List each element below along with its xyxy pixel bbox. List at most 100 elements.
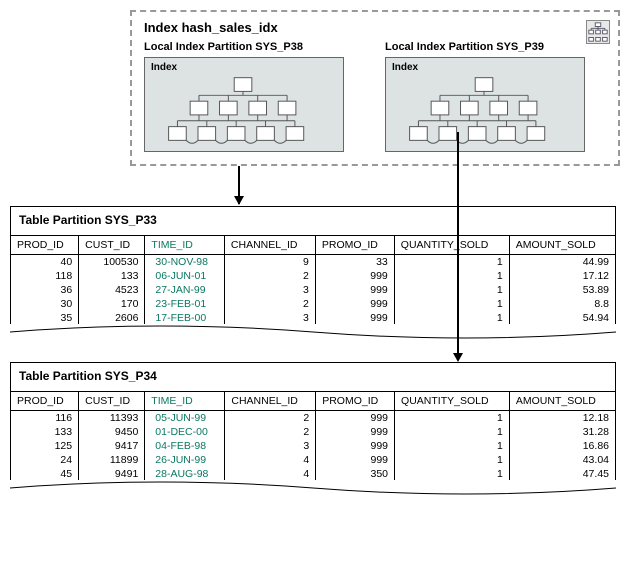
col-header: PROD_ID bbox=[11, 392, 79, 411]
table-cell: 100530 bbox=[79, 255, 145, 270]
table-cell: 04-FEB-98 bbox=[145, 439, 225, 453]
table-cell: 999 bbox=[315, 297, 394, 311]
table-cell: 2 bbox=[224, 297, 315, 311]
btree-icon bbox=[151, 75, 337, 145]
col-header-time: TIME_ID bbox=[145, 236, 225, 255]
table-cell: 47.45 bbox=[509, 467, 615, 481]
table-cell: 31.28 bbox=[509, 425, 615, 439]
table-cell: 9 bbox=[224, 255, 315, 270]
table-cell: 36 bbox=[11, 283, 79, 297]
table-cell: 125 bbox=[11, 439, 79, 453]
col-header: AMOUNT_SOLD bbox=[509, 236, 615, 255]
torn-edge bbox=[10, 324, 616, 344]
table-cell: 26-JUN-99 bbox=[145, 453, 225, 467]
table-cell: 999 bbox=[316, 425, 395, 439]
table-cell: 05-JUN-99 bbox=[145, 411, 225, 426]
table-cell: 33 bbox=[315, 255, 394, 270]
table-cell: 53.89 bbox=[509, 283, 615, 297]
table-cell: 1 bbox=[395, 411, 510, 426]
table-cell: 1 bbox=[395, 453, 510, 467]
table-cell: 2 bbox=[225, 411, 316, 426]
table-cell: 54.94 bbox=[509, 311, 615, 325]
table-cell: 30-NOV-98 bbox=[145, 255, 225, 270]
table-cell: 8.8 bbox=[509, 297, 615, 311]
table-cell: 1 bbox=[394, 269, 509, 283]
index-partition-p38: Local Index Partition SYS_P38 Index bbox=[144, 41, 365, 152]
table-cell: 999 bbox=[315, 311, 394, 325]
table-cell: 12.18 bbox=[509, 411, 615, 426]
table-cell: 2 bbox=[224, 269, 315, 283]
table-row: 4010053030-NOV-98933144.99 bbox=[11, 255, 615, 270]
table-cell: 999 bbox=[316, 439, 395, 453]
table-row: 133945001-DEC-002999131.28 bbox=[11, 425, 615, 439]
table-partition-p34: Table Partition SYS_P34 PROD_ID CUST_ID … bbox=[10, 362, 616, 500]
table-cell: 24 bbox=[11, 453, 79, 467]
btree-icon bbox=[392, 75, 578, 145]
col-header: QUANTITY_SOLD bbox=[395, 392, 510, 411]
table-cell: 23-FEB-01 bbox=[145, 297, 225, 311]
table-cell: 01-DEC-00 bbox=[145, 425, 225, 439]
table-row: 125941704-FEB-983999116.86 bbox=[11, 439, 615, 453]
index-box-label: Index bbox=[392, 62, 578, 73]
table-row: 241189926-JUN-994999143.04 bbox=[11, 453, 615, 467]
arrow-zone-1 bbox=[10, 166, 616, 206]
col-header: QUANTITY_SOLD bbox=[394, 236, 509, 255]
data-table: PROD_ID CUST_ID TIME_ID CHANNEL_ID PROMO… bbox=[11, 235, 615, 325]
table-cell: 118 bbox=[11, 269, 79, 283]
partition-label: Local Index Partition SYS_P38 bbox=[144, 41, 365, 53]
col-header: PROMO_ID bbox=[316, 392, 395, 411]
table-cell: 4523 bbox=[79, 283, 145, 297]
table-cell: 16.86 bbox=[509, 439, 615, 453]
table-row: 35260617-FEB-003999154.94 bbox=[11, 311, 615, 325]
table-cell: 133 bbox=[79, 269, 145, 283]
col-header: PROD_ID bbox=[11, 236, 79, 255]
table-cell: 116 bbox=[11, 411, 79, 426]
table-cell: 999 bbox=[315, 269, 394, 283]
table-title: Table Partition SYS_P33 bbox=[11, 207, 615, 235]
index-partition-p39: Local Index Partition SYS_P39 Index bbox=[385, 41, 606, 152]
table-cell: 1 bbox=[395, 439, 510, 453]
index-container: Index hash_sales_idx Local Index Partiti… bbox=[130, 10, 620, 166]
partition-label: Local Index Partition SYS_P39 bbox=[385, 41, 606, 53]
col-header: PROMO_ID bbox=[315, 236, 394, 255]
table-cell: 9491 bbox=[79, 467, 145, 481]
col-header: CUST_ID bbox=[79, 236, 145, 255]
table-partition-p33: Table Partition SYS_P33 PROD_ID CUST_ID … bbox=[10, 206, 616, 344]
table-cell: 4 bbox=[225, 467, 316, 481]
index-title: Index hash_sales_idx bbox=[144, 20, 606, 35]
table-cell: 9450 bbox=[79, 425, 145, 439]
col-header-time: TIME_ID bbox=[145, 392, 225, 411]
table-cell: 1 bbox=[395, 425, 510, 439]
table-cell: 1 bbox=[394, 255, 509, 270]
index-tree-box: Index bbox=[144, 57, 344, 152]
col-header: CHANNEL_ID bbox=[225, 392, 316, 411]
table-cell: 45 bbox=[11, 467, 79, 481]
table-cell: 2606 bbox=[79, 311, 145, 325]
table-row: 11813306-JUN-012999117.12 bbox=[11, 269, 615, 283]
table-row: 45949128-AUG-984350147.45 bbox=[11, 467, 615, 481]
table-cell: 3 bbox=[225, 439, 316, 453]
table-cell: 1 bbox=[394, 283, 509, 297]
table-cell: 133 bbox=[11, 425, 79, 439]
table-cell: 28-AUG-98 bbox=[145, 467, 225, 481]
table-cell: 11393 bbox=[79, 411, 145, 426]
torn-edge bbox=[10, 480, 616, 500]
table-cell: 999 bbox=[316, 453, 395, 467]
table-cell: 35 bbox=[11, 311, 79, 325]
col-header: CUST_ID bbox=[79, 392, 145, 411]
database-hierarchy-icon bbox=[586, 20, 610, 44]
table-cell: 170 bbox=[79, 297, 145, 311]
table-cell: 40 bbox=[11, 255, 79, 270]
table-cell: 06-JUN-01 bbox=[145, 269, 225, 283]
data-table: PROD_ID CUST_ID TIME_ID CHANNEL_ID PROMO… bbox=[11, 391, 615, 481]
table-cell: 43.04 bbox=[509, 453, 615, 467]
table-title: Table Partition SYS_P34 bbox=[11, 363, 615, 391]
table-cell: 999 bbox=[315, 283, 394, 297]
table-cell: 17-FEB-00 bbox=[145, 311, 225, 325]
table-cell: 2 bbox=[225, 425, 316, 439]
table-cell: 44.99 bbox=[509, 255, 615, 270]
index-tree-box: Index bbox=[385, 57, 585, 152]
table-cell: 27-JAN-99 bbox=[145, 283, 225, 297]
table-cell: 30 bbox=[11, 297, 79, 311]
table-cell: 1 bbox=[395, 467, 510, 481]
